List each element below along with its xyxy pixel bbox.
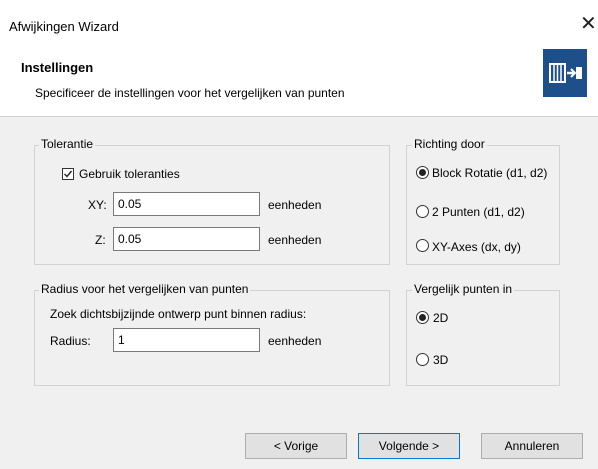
z-tolerance-input[interactable] <box>113 227 260 251</box>
wizard-header <box>0 44 598 116</box>
previous-button[interactable]: < Vorige <box>245 433 347 459</box>
radio-2-punten-label: 2 Punten (d1, d2) <box>432 205 525 219</box>
tolerance-legend: Tolerantie <box>39 137 96 151</box>
radio-2d[interactable] <box>416 311 429 324</box>
radio-3d[interactable] <box>416 353 429 366</box>
radio-selected-dot <box>419 314 426 321</box>
compare-legend: Vergelijk punten in <box>412 282 515 296</box>
xy-unit: eenheden <box>268 198 322 212</box>
direction-legend: Richting door <box>412 137 487 151</box>
radius-description: Zoek dichtsbijzijnde ontwerp punt binnen… <box>50 307 307 321</box>
checkmark-icon <box>64 170 73 178</box>
xy-label: XY: <box>88 198 107 212</box>
z-label: Z: <box>95 233 106 247</box>
radio-selected-dot <box>419 169 426 176</box>
radio-xy-axes[interactable] <box>416 239 429 252</box>
radius-unit: eenheden <box>268 334 322 348</box>
compare-group <box>406 290 560 386</box>
next-button[interactable]: Volgende > <box>358 433 460 459</box>
window-title: Afwijkingen Wizard <box>9 19 119 34</box>
use-tolerances-label: Gebruik toleranties <box>79 167 180 181</box>
radio-2d-label: 2D <box>433 311 449 325</box>
page-subtitle: Specificeer de instellingen voor het ver… <box>35 86 345 100</box>
cancel-button[interactable]: Annuleren <box>481 433 583 459</box>
radio-block-rotatie[interactable] <box>416 166 429 179</box>
radio-block-rotatie-label: Block Rotatie (d1, d2) <box>432 166 548 180</box>
xy-tolerance-input[interactable] <box>113 192 260 216</box>
radio-3d-label: 3D <box>433 353 449 367</box>
radius-label: Radius: <box>50 334 91 348</box>
page-title: Instellingen <box>21 60 94 75</box>
radius-input[interactable] <box>113 328 260 352</box>
use-tolerances-checkbox[interactable] <box>62 168 74 180</box>
close-icon[interactable]: ✕ <box>580 14 597 34</box>
wizard-logo-icon <box>543 49 587 97</box>
radio-xy-axes-label: XY-Axes (dx, dy) <box>432 240 521 254</box>
radius-legend: Radius voor het vergelijken van punten <box>39 282 251 296</box>
radio-2-punten[interactable] <box>416 205 429 218</box>
z-unit: eenheden <box>268 233 322 247</box>
